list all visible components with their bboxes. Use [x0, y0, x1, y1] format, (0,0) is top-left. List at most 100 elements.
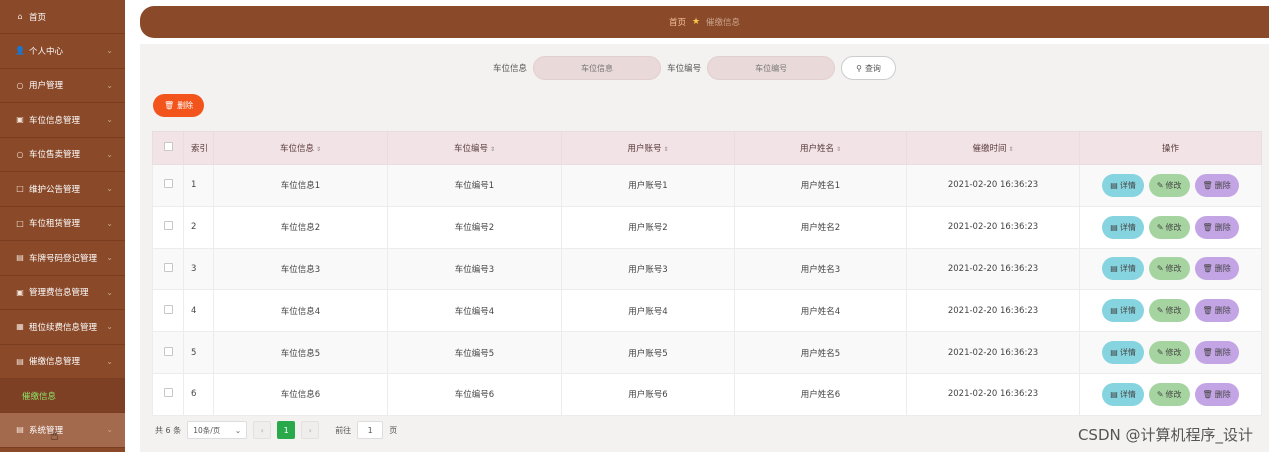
search-button[interactable]: ⚲ 查询: [841, 56, 896, 80]
edit-button[interactable]: ✎ 修改: [1148, 173, 1190, 197]
header-ops: 操作: [1079, 131, 1262, 165]
detail-label: 详情: [1119, 306, 1136, 316]
search-button-label: 查询: [864, 63, 881, 73]
header-label: 用户账号: [627, 144, 662, 154]
sort-icon[interactable]: ⇕: [663, 146, 668, 153]
cell-account: 用户账号2: [561, 205, 735, 249]
sidebar-item[interactable]: □ 维护公告管理 ⌄: [0, 172, 125, 207]
system-icon: ▤: [16, 425, 24, 435]
detail-label: 详情: [1119, 348, 1136, 358]
detail-button[interactable]: ▤ 详情: [1102, 257, 1144, 281]
header-name[interactable]: 用户姓名 ⇕: [734, 131, 907, 165]
cell-spot-no: 车位编号2: [387, 205, 562, 249]
breadcrumb-current: 催缴信息: [706, 18, 741, 28]
sidebar-item[interactable]: ○ 车位售卖管理 ⌄: [0, 138, 125, 172]
edit-label: 修改: [1165, 389, 1182, 399]
sidebar: ⌂ 首页 👤 个人中心 ⌄ ○ 用户管理 ⌄ ▣ 车位信息管理 ⌄ ○ 车位售卖管理 ⌄ □ 维护公告管理 ⌄ □…: [0, 0, 125, 452]
sidebar-item[interactable]: ○ 用户管理 ⌄: [0, 69, 125, 103]
delete-button[interactable]: 🗑 删除: [1194, 382, 1239, 406]
delete-label: 删除: [1214, 222, 1231, 232]
parking-info-icon: ▣: [16, 115, 24, 125]
delete-button[interactable]: 🗑 删除: [1194, 341, 1239, 365]
table-row: 2 车位信息2 车位编号2 用户账号2 用户姓名2 2021-02-20 16:36:23…: [152, 205, 1262, 249]
cell-time: 2021-02-20 16:36:23: [906, 205, 1080, 249]
sidebar-item-label: 首页: [29, 12, 47, 23]
sidebar-item[interactable]: ▣ 管理费信息管理 ⌄: [0, 276, 125, 310]
cell-spot-no: 车位编号5: [387, 331, 562, 374]
detail-label: 详情: [1119, 222, 1136, 232]
prev-page-button[interactable]: ‹: [253, 421, 272, 439]
cell-name: 用户姓名4: [734, 289, 907, 333]
sidebar-item[interactable]: 👤 个人中心 ⌄: [0, 34, 125, 69]
chevron-down-icon: ⌄: [106, 322, 113, 332]
sidebar-item[interactable]: ⌂ 首页: [0, 0, 125, 34]
chevron-down-icon: ⌄: [106, 46, 113, 56]
cell-spot-info: 车位信息1: [213, 164, 388, 207]
detail-button[interactable]: ▤ 详情: [1102, 341, 1144, 365]
chevron-down-icon: ⌄: [106, 425, 113, 435]
delete-button[interactable]: 🗑 删除: [1194, 215, 1239, 239]
pencil-icon: ✎: [1156, 264, 1164, 274]
row-checkbox[interactable]: [152, 164, 184, 207]
header-time[interactable]: 催缴时间 ⇕: [906, 131, 1080, 165]
delete-label: 删除: [1214, 306, 1231, 316]
row-checkbox[interactable]: [152, 289, 184, 333]
sidebar-item[interactable]: ▦ 租位续费信息管理 ⌄: [0, 310, 125, 345]
cell-spot-no: 车位编号6: [387, 372, 562, 416]
document-icon: ▤: [1110, 180, 1118, 190]
cell-spot-info: 车位信息5: [213, 331, 388, 374]
header-account[interactable]: 用户账号 ⇕: [561, 131, 735, 165]
delete-button[interactable]: 🗑 删除: [1194, 299, 1239, 323]
parking-sale-icon: ○: [16, 149, 24, 159]
detail-button[interactable]: ▤ 详情: [1102, 215, 1144, 239]
bulk-delete-button[interactable]: 🗑 删除: [153, 94, 205, 117]
edit-button[interactable]: ✎ 修改: [1148, 215, 1190, 239]
edit-button[interactable]: ✎ 修改: [1148, 341, 1190, 365]
delete-button[interactable]: 🗑 删除: [1194, 257, 1239, 281]
select-all-checkbox[interactable]: [152, 131, 184, 165]
edit-button[interactable]: ✎ 修改: [1148, 299, 1190, 323]
page-number-current[interactable]: 1: [277, 421, 296, 439]
detail-button[interactable]: ▤ 详情: [1102, 382, 1144, 406]
edit-button[interactable]: ✎ 修改: [1148, 382, 1190, 406]
search-input-spot-no[interactable]: [707, 56, 836, 80]
cell-account: 用户账号6: [561, 372, 735, 416]
sidebar-item[interactable]: □ 车位租赁管理 ⌄: [0, 207, 125, 241]
breadcrumb-home[interactable]: 首页: [669, 16, 686, 28]
detail-button[interactable]: ▤ 详情: [1102, 299, 1144, 323]
sidebar-item-system[interactable]: ▤ 系统管理 ⌄: [0, 413, 125, 448]
cell-ops: ▤ 详情 ✎ 修改 🗑 删除: [1079, 331, 1262, 374]
reminder-icon: ▤: [16, 356, 24, 366]
row-checkbox[interactable]: [152, 372, 184, 416]
chevron-down-icon: ⌄: [106, 80, 113, 90]
page-size-select[interactable]: 10条/页 ⌄: [187, 421, 248, 439]
row-checkbox[interactable]: [152, 247, 184, 291]
sidebar-subitem-reminder-info[interactable]: 催缴信息: [0, 379, 125, 413]
cell-time: 2021-02-20 16:36:23: [906, 164, 1080, 207]
edit-button[interactable]: ✎ 修改: [1148, 257, 1190, 281]
sidebar-item[interactable]: ▣ 车位信息管理 ⌄: [0, 103, 125, 138]
sidebar-item[interactable]: ▤ 催缴信息管理 ⌄: [0, 345, 125, 379]
detail-button[interactable]: ▤ 详情: [1102, 173, 1144, 197]
sort-icon[interactable]: ⇕: [836, 146, 841, 153]
cell-spot-no: 车位编号4: [387, 289, 562, 333]
sidebar-subitem-label: 催缴信息: [22, 391, 57, 402]
trash-icon: 🗑: [1202, 264, 1213, 274]
header-spot-info[interactable]: 车位信息 ⇕: [213, 131, 388, 165]
sort-icon[interactable]: ⇕: [490, 146, 495, 153]
row-checkbox[interactable]: [152, 205, 184, 249]
delete-button[interactable]: 🗑 删除: [1194, 173, 1239, 197]
sort-icon[interactable]: ⇕: [316, 146, 321, 153]
sidebar-item-label: 管理费信息管理: [29, 288, 89, 299]
cell-index: 4: [183, 289, 214, 333]
sidebar-item-label: 车牌号码登记管理: [29, 253, 98, 264]
row-checkbox[interactable]: [152, 331, 184, 374]
search-input-spot-info[interactable]: [533, 56, 662, 80]
sort-icon[interactable]: ⇕: [1008, 146, 1013, 153]
chevron-down-icon: ⌄: [106, 149, 113, 159]
edit-label: 修改: [1165, 306, 1182, 316]
header-spot-no[interactable]: 车位编号 ⇕: [387, 131, 562, 165]
sidebar-item[interactable]: ▤ 车牌号码登记管理 ⌄: [0, 241, 125, 276]
next-page-button[interactable]: ›: [301, 421, 320, 439]
goto-page-input[interactable]: 1: [357, 421, 384, 439]
